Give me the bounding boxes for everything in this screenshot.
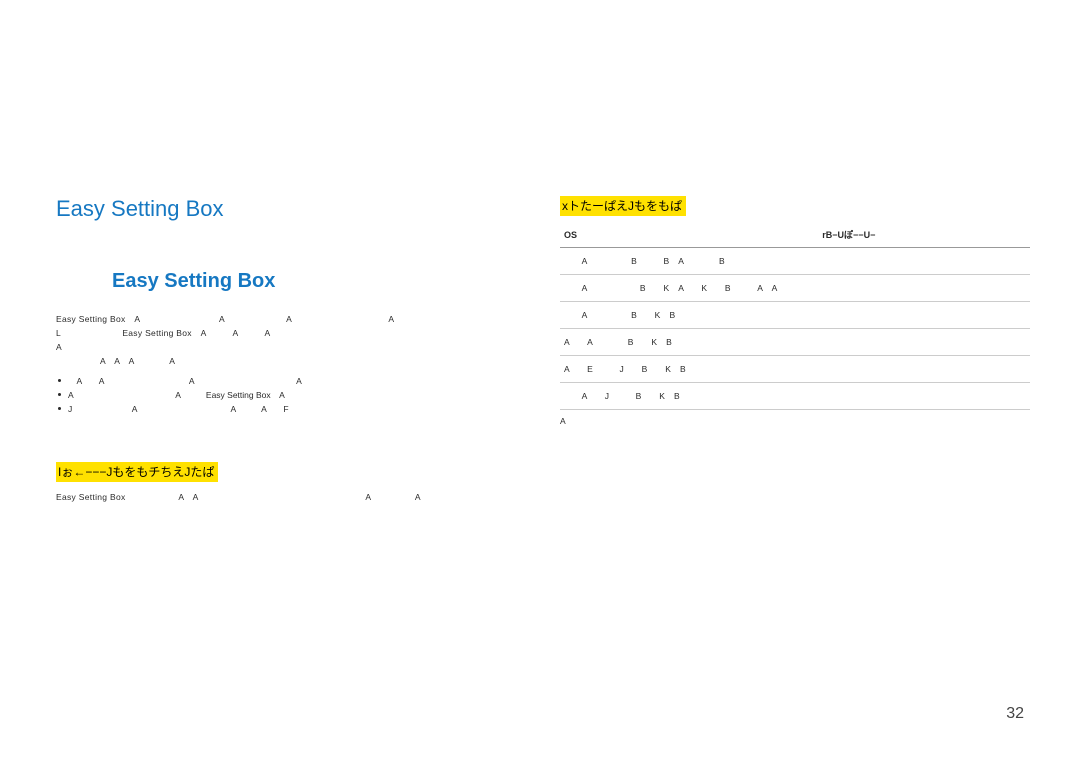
- bullet-item: J A A A F: [56, 402, 551, 416]
- cell-text: A J B K B: [564, 391, 680, 401]
- table-cell: [818, 302, 1030, 329]
- table-row: A E J B K B: [560, 356, 1030, 383]
- page-title: Easy Setting Box: [56, 196, 551, 222]
- cell-text: A E J B K B: [564, 364, 686, 374]
- cell-text: A B K B: [564, 310, 675, 320]
- description-line: A: [56, 340, 551, 354]
- table-cell: A A B K B: [560, 329, 818, 356]
- restrictions-heading: Iぉ←−−−JもをもチちえJたぱ: [56, 462, 218, 482]
- bullet-item: A A A A: [56, 374, 551, 388]
- bullet-list: A A A A A A Easy Setting Box A J A A A F: [56, 374, 551, 416]
- table-cell: A B B A B: [560, 248, 818, 275]
- page-number: 32: [1006, 705, 1024, 723]
- description-line: Easy Setting Box A A A A: [56, 312, 551, 326]
- table-cell: A E J B K B: [560, 356, 818, 383]
- sysreq-table: OS rB−Uぽ−−U− A B B A B A B K A K B A A A: [560, 224, 1030, 410]
- restrictions-text: Easy Setting Box A A A A: [56, 490, 551, 504]
- sysreq-table-wrap: OS rB−Uぽ−−U− A B B A B A B K A K B A A A: [560, 224, 1030, 428]
- table-cell: [818, 329, 1030, 356]
- table-row: A B K A K B A A: [560, 275, 1030, 302]
- sysreq-heading: xトたーぱえJもをもぱ: [560, 196, 686, 216]
- cell-text: A B B A B: [564, 256, 725, 266]
- bullet-item: A A Easy Setting Box A: [56, 388, 551, 402]
- table-cell: [818, 356, 1030, 383]
- restrictions-heading-wrap: Iぉ←−−−JもをもチちえJたぱ: [56, 462, 551, 482]
- table-cell: [818, 383, 1030, 410]
- table-row: A B B A B: [560, 248, 1030, 275]
- table-row: A B K B: [560, 302, 1030, 329]
- sysreq-heading-wrap: xトたーぱえJもをもぱ: [560, 196, 1030, 216]
- table-cell: A B K B: [560, 302, 818, 329]
- description-block: Easy Setting Box A A A A L Easy Setting …: [56, 312, 551, 416]
- cell-text: A B K A K B A A: [564, 283, 812, 293]
- table-cell: [818, 248, 1030, 275]
- table-row: A J B K B: [560, 383, 1030, 410]
- table-cell: A J B K B: [560, 383, 818, 410]
- table-row: A A B K B: [560, 329, 1030, 356]
- table-cell: [818, 275, 1030, 302]
- description-line: A A A A: [56, 354, 551, 368]
- table-footnote: A: [560, 414, 1030, 428]
- cell-text: A A B K B: [564, 337, 672, 347]
- description-line: L Easy Setting Box A A A: [56, 326, 551, 340]
- document-page: Easy Setting Box Easy Setting Box Easy S…: [0, 0, 1080, 763]
- restrictions-body: Easy Setting Box A A A A: [56, 490, 551, 504]
- product-logo: Easy Setting Box: [112, 270, 607, 293]
- table-cell: A B K A K B A A: [560, 275, 818, 302]
- table-header-hw: rB−Uぽ−−U−: [818, 224, 1030, 248]
- table-header-os: OS: [560, 224, 818, 248]
